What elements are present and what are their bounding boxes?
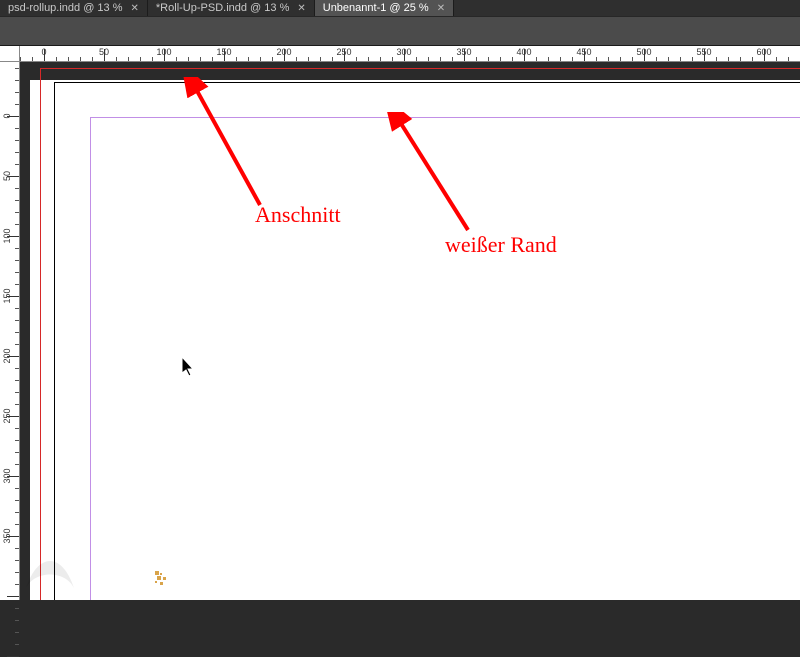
close-icon[interactable]: ✕ bbox=[437, 3, 445, 14]
ruler-label: 250 bbox=[336, 47, 351, 57]
ruler-label: 350 bbox=[2, 528, 12, 543]
ruler-label: 0 bbox=[41, 47, 46, 57]
annotation-bleed-label: Anschnitt bbox=[255, 202, 341, 228]
ruler-label: 0 bbox=[2, 113, 12, 118]
annotation-margin-label: weißer Rand bbox=[445, 232, 557, 258]
document-tab[interactable]: *Roll-Up-PSD.indd @ 13 % ✕ bbox=[148, 0, 315, 16]
workspace: 0 50 100 150 200 250 300 350 400 450 500 550 600 0 50… bbox=[0, 46, 800, 600]
horizontal-ruler[interactable]: 0 50 100 150 200 250 300 350 400 450 500 550 600 bbox=[20, 46, 800, 62]
ruler-label: 100 bbox=[156, 47, 171, 57]
ruler-label: 350 bbox=[456, 47, 471, 57]
close-icon[interactable]: ✕ bbox=[297, 3, 305, 14]
control-panel bbox=[0, 16, 800, 46]
document-tab[interactable]: psd-rollup.indd @ 13 % ✕ bbox=[0, 0, 148, 16]
canvas[interactable]: Anschnitt weißer Rand bbox=[20, 62, 800, 600]
tab-label: *Roll-Up-PSD.indd @ 13 % bbox=[156, 2, 289, 14]
ruler-label: 300 bbox=[396, 47, 411, 57]
ruler-label: 500 bbox=[636, 47, 651, 57]
document-tab-bar: psd-rollup.indd @ 13 % ✕ *Roll-Up-PSD.in… bbox=[0, 0, 800, 16]
ruler-label: 550 bbox=[696, 47, 711, 57]
watermark-icon bbox=[20, 540, 80, 600]
close-icon[interactable]: ✕ bbox=[131, 3, 139, 14]
ruler-label: 600 bbox=[756, 47, 771, 57]
ruler-label: 300 bbox=[2, 468, 12, 483]
ruler-origin[interactable] bbox=[0, 46, 20, 62]
ruler-label: 450 bbox=[576, 47, 591, 57]
margin-box bbox=[90, 117, 800, 600]
ruler-label: 200 bbox=[276, 47, 291, 57]
ruler-label: 200 bbox=[2, 348, 12, 363]
ruler-label: 50 bbox=[99, 47, 109, 57]
ruler-label: 50 bbox=[2, 171, 12, 181]
ruler-label: 150 bbox=[2, 288, 12, 303]
tab-label: Unbenannt-1 @ 25 % bbox=[323, 2, 429, 14]
vertical-ruler[interactable]: 0 50 100 150 200 250 300 350 bbox=[0, 62, 20, 600]
page-indicator-icon bbox=[155, 571, 169, 585]
tab-label: psd-rollup.indd @ 13 % bbox=[8, 2, 123, 14]
ruler-label: 150 bbox=[216, 47, 231, 57]
ruler-label: 400 bbox=[516, 47, 531, 57]
ruler-label: 250 bbox=[2, 408, 12, 423]
ruler-label: 100 bbox=[2, 228, 12, 243]
document-tab[interactable]: Unbenannt-1 @ 25 % ✕ bbox=[315, 0, 454, 16]
